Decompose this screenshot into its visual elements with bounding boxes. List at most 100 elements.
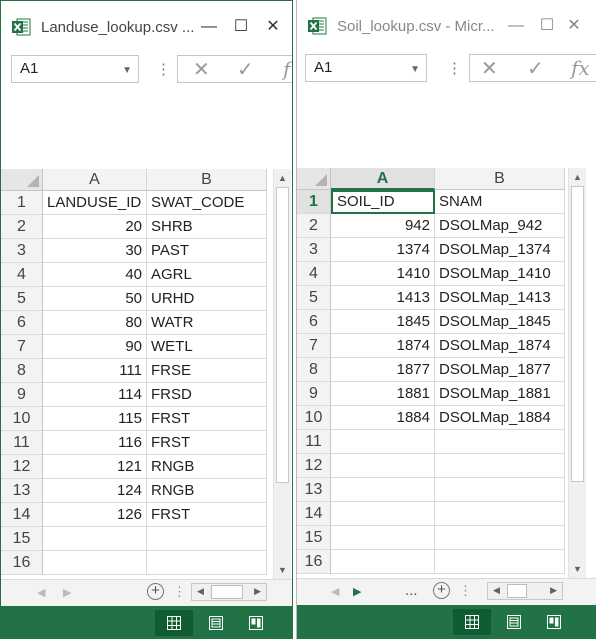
vertical-scrollbar[interactable]: ▲ ▼ (273, 169, 291, 579)
page-layout-view-button[interactable] (197, 610, 235, 636)
table-cell[interactable] (43, 551, 147, 575)
enter-icon[interactable]: ✓ (527, 56, 544, 81)
name-box[interactable]: A1 ▼ (305, 54, 427, 82)
table-cell[interactable]: 80 (43, 311, 147, 335)
cancel-icon[interactable]: ✕ (481, 56, 498, 81)
scroll-thumb[interactable] (571, 186, 584, 482)
table-cell[interactable] (435, 430, 565, 454)
table-cell[interactable] (147, 551, 267, 575)
h-scroll-thumb[interactable] (211, 585, 243, 599)
table-cell[interactable]: WATR (147, 311, 267, 335)
scroll-right-icon[interactable]: ▶ (550, 585, 557, 596)
chevron-down-icon[interactable]: ▼ (122, 65, 132, 76)
table-cell[interactable]: FRST (147, 407, 267, 431)
table-cell[interactable] (435, 502, 565, 526)
row-header[interactable]: 14 (1, 503, 43, 527)
vertical-scrollbar[interactable]: ▲ ▼ (568, 168, 586, 578)
table-cell[interactable]: 1374 (331, 238, 435, 262)
name-box[interactable]: A1 ▼ (11, 55, 139, 83)
table-cell[interactable] (331, 502, 435, 526)
row-header[interactable]: 15 (1, 527, 43, 551)
close-button[interactable]: ✕ (260, 15, 286, 39)
select-all-corner[interactable] (297, 168, 331, 190)
row-header[interactable]: 1 (1, 191, 43, 215)
scroll-down-icon[interactable]: ▼ (278, 565, 287, 575)
scroll-thumb[interactable] (276, 187, 289, 483)
maximize-button[interactable]: ☐ (228, 15, 254, 39)
table-cell[interactable]: 942 (331, 214, 435, 238)
cancel-icon[interactable]: ✕ (193, 57, 210, 82)
new-sheet-button[interactable]: + (433, 582, 450, 599)
horizontal-scrollbar[interactable]: ◀ ▶ (191, 583, 267, 601)
maximize-button[interactable]: ☐ (534, 14, 560, 38)
worksheet-grid[interactable]: A B 1 SOIL_ID SNAM 2 942 DSOLMap_942 3 1374 DSOLMa… (297, 168, 567, 578)
table-cell[interactable]: 1877 (331, 358, 435, 382)
scroll-left-icon[interactable]: ◀ (197, 586, 204, 597)
table-cell[interactable]: 1413 (331, 286, 435, 310)
table-cell[interactable]: FRSE (147, 359, 267, 383)
table-cell[interactable]: DSOLMap_1874 (435, 334, 565, 358)
scroll-up-icon[interactable]: ▲ (278, 173, 287, 183)
row-header[interactable]: 8 (297, 358, 331, 382)
table-cell[interactable]: 90 (43, 335, 147, 359)
row-header[interactable]: 16 (1, 551, 43, 575)
column-header-a[interactable]: A (331, 168, 435, 190)
row-header[interactable]: 9 (1, 383, 43, 407)
row-header[interactable]: 7 (297, 334, 331, 358)
page-layout-view-button[interactable] (495, 609, 533, 635)
row-header[interactable]: 15 (297, 526, 331, 550)
h-scroll-thumb[interactable] (507, 584, 527, 598)
table-cell[interactable]: RNGB (147, 455, 267, 479)
scroll-right-icon[interactable]: ▶ (254, 586, 261, 597)
row-header[interactable]: 4 (1, 263, 43, 287)
function-icon[interactable]: f (283, 57, 290, 81)
table-cell[interactable]: 1881 (331, 382, 435, 406)
tab-next-icon[interactable]: ▶ (63, 586, 71, 599)
table-cell[interactable]: 50 (43, 287, 147, 311)
table-cell[interactable]: DSOLMap_942 (435, 214, 565, 238)
row-header[interactable]: 5 (1, 287, 43, 311)
scroll-left-icon[interactable]: ◀ (493, 585, 500, 596)
tab-prev-icon[interactable]: ◀ (37, 586, 45, 599)
chevron-down-icon[interactable]: ▼ (410, 64, 420, 75)
minimize-button[interactable]: — (196, 15, 222, 39)
row-header[interactable]: 12 (297, 454, 331, 478)
table-cell[interactable]: SNAM (435, 190, 565, 214)
tab-ellipsis[interactable]: ... (405, 582, 418, 599)
row-header[interactable]: 8 (1, 359, 43, 383)
row-header[interactable]: 6 (1, 311, 43, 335)
table-cell[interactable]: DSOLMap_1374 (435, 238, 565, 262)
row-header[interactable]: 6 (297, 310, 331, 334)
table-cell[interactable]: 124 (43, 479, 147, 503)
table-cell[interactable] (435, 550, 565, 574)
table-cell[interactable]: SWAT_CODE (147, 191, 267, 215)
row-header[interactable]: 2 (297, 214, 331, 238)
worksheet-grid[interactable]: A B 1 LANDUSE_ID SWAT_CODE 2 20 SHRB 3 30 PAST 4 40 A… (1, 169, 271, 579)
minimize-button[interactable]: — (503, 14, 529, 38)
column-header-a[interactable]: A (43, 169, 147, 191)
row-header[interactable]: 13 (297, 478, 331, 502)
row-header[interactable]: 5 (297, 286, 331, 310)
scroll-up-icon[interactable]: ▲ (573, 172, 582, 182)
row-header[interactable]: 3 (1, 239, 43, 263)
row-header[interactable]: 10 (297, 406, 331, 430)
table-cell[interactable] (331, 478, 435, 502)
row-header[interactable]: 3 (297, 238, 331, 262)
table-cell[interactable]: AGRL (147, 263, 267, 287)
table-cell[interactable]: LANDUSE_ID (43, 191, 147, 215)
table-cell[interactable] (435, 526, 565, 550)
page-break-preview-button[interactable] (535, 609, 573, 635)
splitter-dots-icon[interactable]: ⋮ (459, 583, 472, 599)
title-bar[interactable]: Landuse_lookup.csv ... — ☐ ✕ (1, 1, 292, 43)
table-cell[interactable]: 20 (43, 215, 147, 239)
table-cell[interactable]: 1845 (331, 310, 435, 334)
row-header[interactable]: 11 (1, 431, 43, 455)
row-header[interactable]: 9 (297, 382, 331, 406)
table-cell[interactable]: DSOLMap_1410 (435, 262, 565, 286)
row-header[interactable]: 14 (297, 502, 331, 526)
table-cell[interactable]: SHRB (147, 215, 267, 239)
table-cell[interactable]: 121 (43, 455, 147, 479)
table-cell[interactable]: DSOLMap_1881 (435, 382, 565, 406)
table-cell[interactable]: RNGB (147, 479, 267, 503)
table-cell[interactable]: 114 (43, 383, 147, 407)
